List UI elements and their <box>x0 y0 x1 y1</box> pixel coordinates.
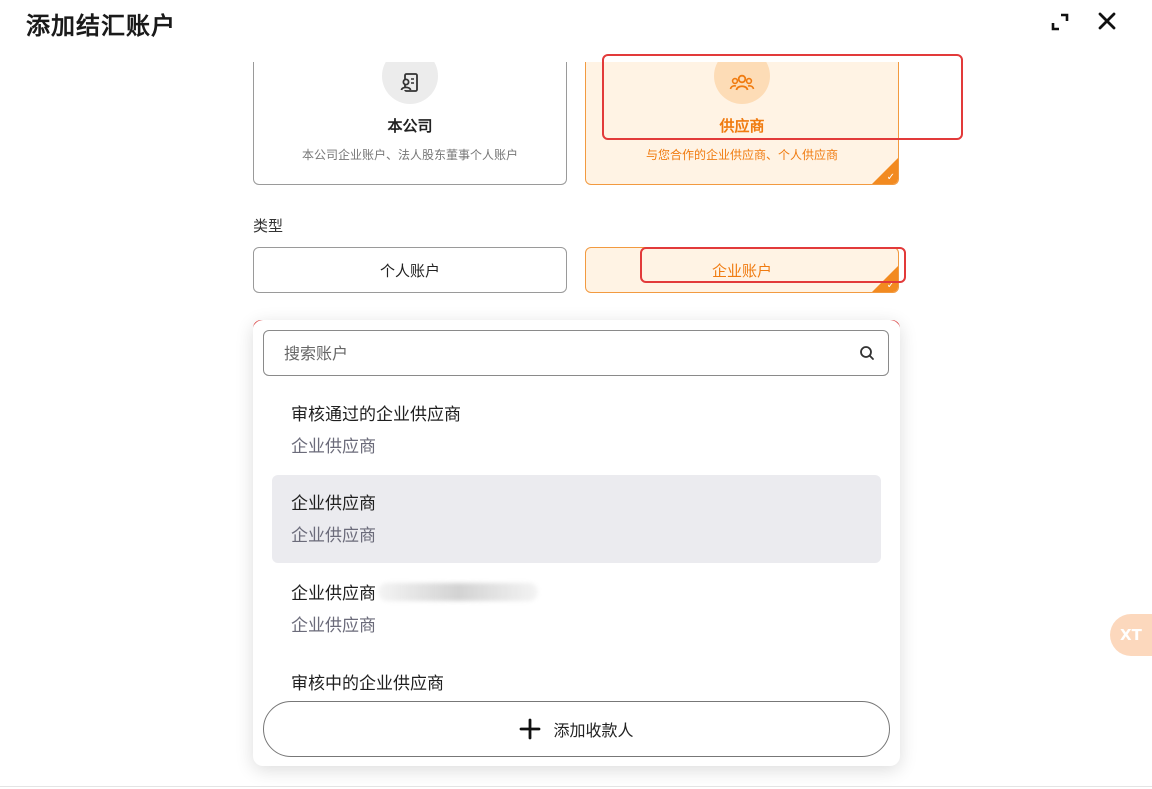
account-dropdown: 审核通过的企业供应商 企业供应商 企业供应商 企业供应商 企业供应商 企业供应商… <box>253 320 900 766</box>
option-name-text: 企业供应商 <box>291 584 376 604</box>
bubble-label: XT <box>1120 626 1142 644</box>
document-person-icon <box>400 73 418 92</box>
search-box[interactable] <box>263 330 889 376</box>
option-sub: 企业供应商 <box>291 526 376 546</box>
add-payee-button[interactable]: 添加收款人 <box>263 701 890 757</box>
option-name: 审核中的企业供应商 <box>291 674 444 694</box>
option-name: 审核通过的企业供应商 <box>291 405 461 425</box>
owner-card-desc: 与您合作的企业供应商、个人供应商 <box>645 148 838 162</box>
option-name: 企业供应商 <box>291 579 538 604</box>
option-name: 企业供应商 <box>291 494 376 514</box>
dropdown-option[interactable]: 企业供应商 企业供应商 <box>272 565 881 653</box>
group-users-icon <box>729 74 755 91</box>
expand-button[interactable] <box>1048 10 1072 34</box>
check-icon: ✓ <box>886 172 895 183</box>
selected-corner-badge: ✓ <box>872 158 898 184</box>
owner-card-title: 供应商 <box>719 117 765 135</box>
add-exchange-account-dialog: 添加结汇账户 本公司 本公司企业账户、法人股东董事个人账户 供应商 与您合作的企… <box>0 0 1152 789</box>
close-icon <box>1098 12 1116 30</box>
type-option-enterprise[interactable]: 企业账户 ✓ <box>585 247 899 293</box>
option-sub: 企业供应商 <box>291 437 376 457</box>
type-option-label: 企业账户 <box>711 261 772 280</box>
owner-card-title: 本公司 <box>387 117 433 135</box>
option-sub: 企业供应商 <box>291 616 376 636</box>
owner-card-company[interactable]: 本公司 本公司企业账户、法人股东董事个人账户 <box>253 62 567 185</box>
bottom-divider <box>0 786 1152 787</box>
type-section-label: 类型 <box>253 217 284 235</box>
selected-corner-badge: ✓ <box>872 266 898 292</box>
search-input[interactable] <box>282 342 858 364</box>
supplier-icon-circle <box>714 62 770 104</box>
floating-assistant-bubble[interactable]: XT <box>1110 614 1152 656</box>
expand-icon <box>1051 13 1069 31</box>
dropdown-option[interactable]: 审核通过的企业供应商 企业供应商 <box>272 386 881 474</box>
redacted-text-blur <box>378 583 538 601</box>
dialog-title: 添加结汇账户 <box>26 12 176 40</box>
plus-icon <box>520 718 541 740</box>
dropdown-option-highlighted[interactable]: 企业供应商 企业供应商 <box>272 475 881 563</box>
company-icon-circle <box>382 62 438 104</box>
close-button[interactable] <box>1094 8 1120 34</box>
type-option-personal[interactable]: 个人账户 <box>253 247 567 293</box>
owner-card-desc: 本公司企业账户、法人股东董事个人账户 <box>301 148 518 162</box>
search-icon[interactable] <box>858 344 876 362</box>
owner-card-supplier[interactable]: 供应商 与您合作的企业供应商、个人供应商 ✓ <box>585 62 899 185</box>
add-payee-label: 添加收款人 <box>553 721 634 740</box>
type-option-label: 个人账户 <box>379 261 440 280</box>
check-icon: ✓ <box>886 280 895 291</box>
